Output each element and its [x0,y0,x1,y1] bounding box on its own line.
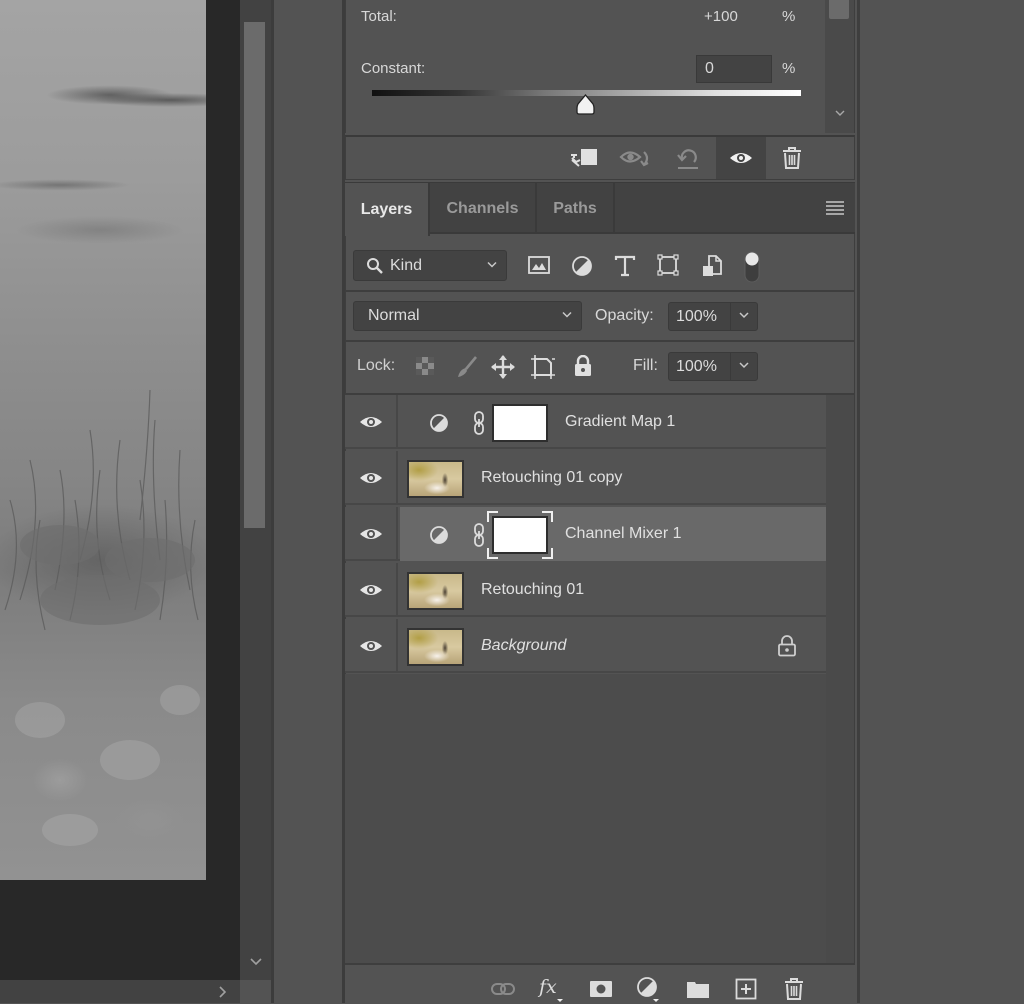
opacity-value[interactable]: 100% [669,303,731,330]
layer-visibility-toggle[interactable] [345,507,398,561]
divider [345,290,855,292]
tab-channels[interactable]: Channels [430,183,537,234]
svg-text:fx: fx [537,976,557,998]
chevron-down-icon [561,309,573,324]
lock-label: Lock: [357,357,396,374]
layer-thumbnail[interactable] [407,572,464,610]
layer-row[interactable]: Retouching 01 copy [345,451,826,505]
filter-toggle-icon[interactable] [743,250,761,288]
layer-name[interactable]: Gradient Map 1 [565,395,675,449]
layer-visibility-toggle[interactable] [345,395,398,449]
new-group-icon[interactable] [684,975,712,1003]
layers-footer-toolbar: fx [345,963,855,1003]
canvas-image[interactable] [0,0,206,880]
divider [345,340,855,342]
layer-lock-icon[interactable] [777,635,797,657]
layer-thumbnail[interactable] [407,460,464,498]
pixel-layer-filter-icon[interactable] [528,255,550,279]
total-value: +100 [704,8,738,25]
lock-transparent-pixels-icon[interactable] [415,356,435,380]
layer-row-selected[interactable]: Channel Mixer 1 [345,507,826,561]
tab-paths[interactable]: Paths [537,183,615,234]
reset-adjustment-icon[interactable] [668,137,708,179]
grass-texture [4,389,200,846]
layer-name[interactable]: Retouching 01 copy [481,451,622,505]
shape-layer-filter-icon[interactable] [657,254,679,280]
properties-scroll-thumb[interactable] [829,0,849,19]
adjustment-layer-filter-icon[interactable] [571,255,593,281]
lock-all-icon[interactable] [573,354,593,381]
properties-toolbar [345,135,855,180]
mask-selection-brackets [487,511,553,559]
layer-row[interactable]: Background [345,619,826,673]
filter-kind-label: Kind [390,256,423,274]
layers-panel-tab-bar: Layers Channels Paths [345,183,855,236]
fill-label: Fill: [633,357,658,374]
right-dock-column [857,0,1024,1003]
canvas-vertical-scroll-thumb[interactable] [244,22,265,528]
clip-to-layer-icon[interactable] [564,137,604,179]
add-mask-icon[interactable] [587,975,615,1003]
view-previous-state-icon[interactable] [616,137,656,179]
eye-icon [359,473,382,483]
chevron-down-icon[interactable] [731,359,757,374]
document-canvas-area[interactable] [0,0,240,980]
eye-icon [359,641,382,651]
fx-icon[interactable]: fx [537,975,565,1003]
lock-image-pixels-icon[interactable] [454,355,478,383]
layer-name[interactable]: Channel Mixer 1 [565,507,682,561]
layer-visibility-toggle[interactable] [345,619,398,673]
layer-visibility-toggle[interactable] [345,451,398,505]
eye-icon [359,529,382,539]
panel-menu-icon[interactable] [825,200,845,216]
chevron-down-icon [486,258,498,273]
new-layer-icon[interactable] [732,975,760,1003]
fill-value[interactable]: 100% [669,353,731,380]
constant-slider-thumb[interactable] [575,93,596,115]
blend-mode-value: Normal [368,307,420,324]
mask-link-icon[interactable] [472,410,486,436]
layers-empty-area[interactable] [345,674,826,963]
blend-mode-dropdown[interactable]: Normal [353,301,582,331]
mask-link-icon[interactable] [472,522,486,548]
chevron-down-icon[interactable] [833,106,847,120]
total-label: Total: [361,8,397,25]
opacity-field[interactable]: 100% [668,302,758,331]
delete-adjustment-icon[interactable] [772,137,812,179]
new-adjustment-layer-icon[interactable] [635,975,663,1003]
fill-field[interactable]: 100% [668,352,758,381]
adjustment-layer-icon [430,526,448,544]
layer-visibility-toggle[interactable] [345,563,398,617]
constant-label: Constant: [361,60,426,77]
search-icon [366,257,384,275]
constant-input[interactable]: 0 [696,55,772,83]
layer-row[interactable]: Retouching 01 [345,563,826,617]
lock-position-icon[interactable] [490,354,516,384]
toggle-visibility-icon[interactable] [716,137,766,179]
constant-unit: % [782,60,796,77]
layer-row[interactable]: Gradient Map 1 [345,395,826,449]
smart-object-filter-icon[interactable] [701,254,723,282]
eye-icon [359,585,382,595]
link-layers-icon[interactable] [489,975,517,1003]
layer-name[interactable]: Retouching 01 [481,563,584,617]
filter-kind-dropdown[interactable]: Kind [353,250,507,281]
chevron-right-icon[interactable] [214,984,230,1000]
layer-mask-thumbnail[interactable] [492,404,548,442]
chevron-down-icon[interactable] [731,309,757,324]
delete-layer-icon[interactable] [780,975,808,1003]
layers-scrollbar[interactable] [826,395,854,963]
eye-icon [359,417,382,427]
chevron-down-icon[interactable] [248,953,264,969]
adjustment-layer-icon [430,414,448,432]
opacity-label: Opacity: [595,307,654,324]
lock-artboard-icon[interactable] [530,354,556,384]
canvas-horizontal-scrollbar[interactable] [0,980,240,1003]
type-layer-filter-icon[interactable] [614,255,636,281]
collapsed-dock-column [274,0,342,1003]
tab-layers[interactable]: Layers [345,183,430,236]
layer-name[interactable]: Background [481,619,566,673]
total-unit: % [782,8,796,25]
layer-thumbnail[interactable] [407,628,464,666]
